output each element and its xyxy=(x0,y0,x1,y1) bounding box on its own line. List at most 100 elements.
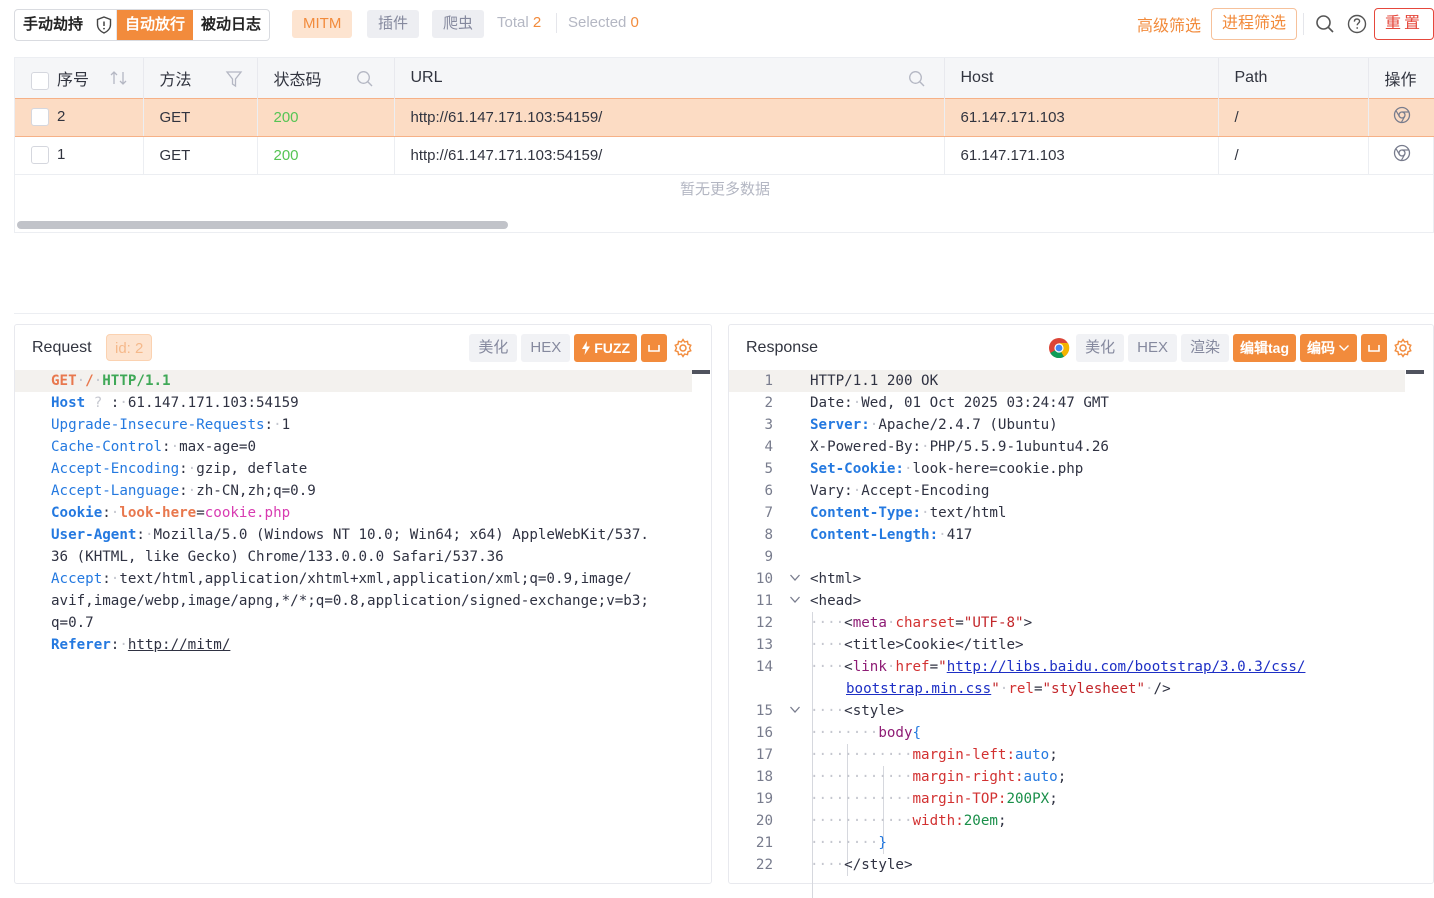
line-number: 16 xyxy=(755,725,773,741)
mode-auto-release[interactable]: 自动放行 xyxy=(117,10,194,40)
col-seq[interactable]: 序号 xyxy=(15,58,144,98)
code-line: Cookie:·look-here=cookie.php xyxy=(51,505,291,521)
col-host: Host xyxy=(944,58,1219,98)
row-method: GET xyxy=(143,97,258,137)
top-toolbar: 手动劫持 自动放行 被动日志 MITM 插件 爬虫 Total 2 Select… xyxy=(0,0,1434,48)
code-line: Server:·Apache/2.4.7 (Ubuntu) xyxy=(810,417,1058,433)
process-filter-button[interactable]: 进程筛选 xyxy=(1210,8,1297,40)
table-header-row: 序号 方法 状态码 URL Host Path 操作 xyxy=(15,58,1434,98)
hex-button[interactable]: HEX xyxy=(521,334,571,362)
row-host: 61.147.171.103 xyxy=(944,136,1219,175)
search-icon[interactable] xyxy=(356,70,374,93)
chrome-icon[interactable] xyxy=(1393,106,1411,128)
lightning-icon xyxy=(582,341,591,355)
vertical-scrollbar[interactable] xyxy=(1406,370,1424,890)
code-line: Accept:·text/html,application/xhtml+xml,… xyxy=(51,571,632,587)
selected-count: Selected 0 xyxy=(568,14,639,31)
request-header: Request id: 2 美化 HEX FUZZ xyxy=(15,325,711,369)
request-editor[interactable]: GET·/·HTTP/1.1 Host ? :·61.147.171.103:5… xyxy=(15,370,711,883)
filter-icon[interactable] xyxy=(225,70,243,93)
code-line: <head> xyxy=(810,593,862,609)
request-tools: 美化 HEX FUZZ xyxy=(469,334,695,362)
chevron-down-icon xyxy=(1339,345,1349,351)
line-number: 17 xyxy=(755,747,773,763)
beautify-button[interactable]: 美化 xyxy=(1076,334,1125,362)
chrome-icon[interactable] xyxy=(1393,144,1411,166)
row-checkbox[interactable] xyxy=(31,146,49,165)
code-line: Upgrade-Insecure-Requests:·1 xyxy=(51,417,291,433)
encode-dropdown[interactable]: 编码 xyxy=(1300,334,1357,362)
table-row[interactable]: 2 GET 200 http://61.147.171.103:54159/ 6… xyxy=(15,97,1434,137)
help-icon[interactable] xyxy=(1346,8,1368,40)
code-line: Date:·Wed, 01 Oct 2025 03:24:47 GMT xyxy=(810,395,1109,411)
hex-button[interactable]: HEX xyxy=(1128,334,1177,362)
response-tools: 美化 HEX 渲染 编辑tag 编码 xyxy=(1046,334,1415,362)
row-url: http://61.147.171.103:54159/ xyxy=(394,136,945,175)
code-line: ····<title>Cookie</title> xyxy=(810,637,1024,653)
search-icon[interactable] xyxy=(1310,8,1340,40)
code-line: HTTP/1.1 200 OK xyxy=(810,373,939,389)
sort-icon[interactable] xyxy=(109,70,129,91)
line-number: 14 xyxy=(755,659,773,675)
traffic-table: 序号 方法 状态码 URL Host Path 操作 2 GET 200 htt… xyxy=(14,57,1434,233)
response-panel: Response 美化 HEX 渲染 编辑tag 编码 1 2 3 4 5 6 … xyxy=(728,324,1434,898)
line-number: 10 xyxy=(755,571,773,587)
line-number: 20 xyxy=(755,813,773,829)
render-button[interactable]: 渲染 xyxy=(1180,334,1229,362)
encode-label: 编码 xyxy=(1307,340,1335,356)
code-line: ············width:20em; xyxy=(810,813,1007,829)
mode-passive-log[interactable]: 被动日志 xyxy=(193,10,269,40)
reset-button[interactable]: 重置 xyxy=(1373,8,1434,40)
code-line: Cache-Control:·max-age=0 xyxy=(51,439,257,455)
edit-tag-button[interactable]: 编辑tag xyxy=(1233,334,1296,362)
row-method: GET xyxy=(143,136,258,175)
row-path: / xyxy=(1218,136,1369,175)
tag-crawler[interactable]: 爬虫 xyxy=(432,10,485,38)
table-row[interactable]: 1 GET 200 http://61.147.171.103:54159/ 6… xyxy=(15,136,1434,175)
code-line: User-Agent:·Mozilla/5.0 (Windows NT 10.0… xyxy=(51,527,649,543)
fuzz-button[interactable]: FUZZ xyxy=(574,334,637,362)
select-all-checkbox[interactable] xyxy=(31,71,49,90)
response-editor[interactable]: 1 2 3 4 5 6 7 8 9 10 11 12 13 14 15 16 1… xyxy=(729,370,1433,898)
horizontal-scrollbar[interactable] xyxy=(17,221,508,229)
code-line: <html> xyxy=(810,571,862,587)
gear-icon[interactable] xyxy=(671,334,695,362)
col-url: URL xyxy=(394,58,945,98)
enter-icon[interactable] xyxy=(641,334,667,362)
line-number: 19 xyxy=(755,791,773,807)
row-path: / xyxy=(1218,97,1369,137)
gear-icon[interactable] xyxy=(1391,334,1415,362)
toolbar-right: 高级筛选 进程筛选 重置 xyxy=(1133,8,1434,40)
tag-plugin[interactable]: 插件 xyxy=(367,10,420,38)
advanced-filter-link[interactable]: 高级筛选 xyxy=(1133,12,1205,36)
line-number: 6 xyxy=(764,483,773,499)
code-line: ············margin-right:auto; xyxy=(810,769,1067,785)
shield-icon[interactable] xyxy=(91,10,118,40)
no-more-data: 暂无更多数据 xyxy=(679,181,770,198)
line-number: 3 xyxy=(764,417,773,433)
search-icon[interactable] xyxy=(908,70,926,93)
row-checkbox[interactable] xyxy=(31,108,49,127)
line-number: 1 xyxy=(764,373,773,389)
line-number: 22 xyxy=(755,857,773,873)
total-count: Total 2 xyxy=(497,14,542,31)
line-number: 9 xyxy=(764,549,773,565)
enter-icon[interactable] xyxy=(1361,334,1387,362)
fold-chevron-icon[interactable] xyxy=(789,571,801,587)
line-number: 2 xyxy=(764,395,773,411)
code-line: bootstrap.min.css"·rel="stylesheet"·/> xyxy=(846,681,1171,697)
code-line: Host ? :·61.147.171.103:54159 xyxy=(51,395,299,411)
col-ops: 操作 xyxy=(1368,58,1434,98)
beautify-button[interactable]: 美化 xyxy=(469,334,518,362)
code-line: ····<meta·charset="UTF-8"> xyxy=(810,615,1033,631)
code-line: Vary:·Accept-Encoding xyxy=(810,483,990,499)
code-line: Set-Cookie:·look-here=cookie.php xyxy=(810,461,1084,477)
vertical-scrollbar[interactable] xyxy=(692,370,710,890)
tag-mitm[interactable]: MITM xyxy=(292,10,353,38)
mode-manual-hijack[interactable]: 手动劫持 xyxy=(15,10,91,40)
code-line: 36 (KHTML, like Gecko) Chrome/133.0.0.0 … xyxy=(51,549,504,565)
fold-chevron-icon[interactable] xyxy=(789,703,801,719)
fold-chevron-icon[interactable] xyxy=(789,593,801,609)
pane-divider[interactable] xyxy=(14,313,1434,314)
chrome-icon[interactable] xyxy=(1046,334,1072,362)
